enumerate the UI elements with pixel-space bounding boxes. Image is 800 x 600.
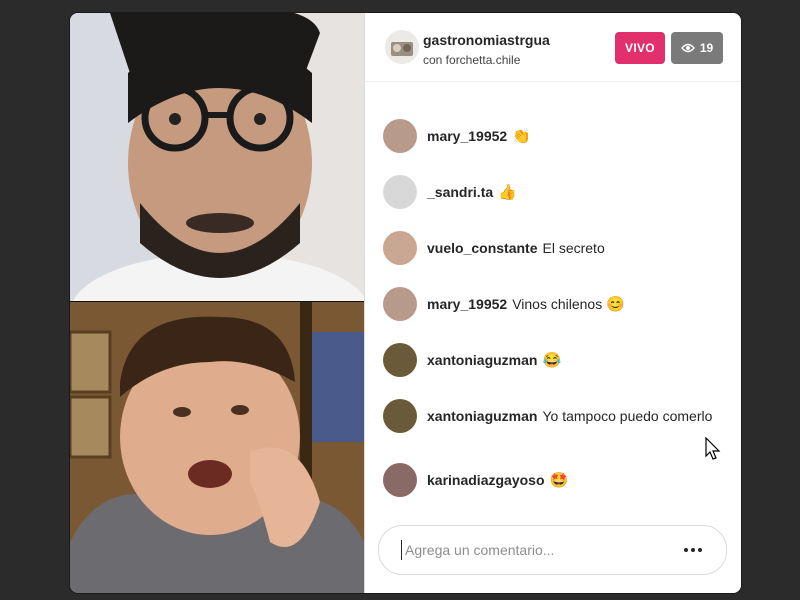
comment-item: vuelo_constante El secreto — [383, 231, 728, 265]
comment-username[interactable]: mary_19952 — [427, 296, 507, 312]
live-header: gastronomiastrgua con forchetta.chile VI… — [365, 13, 741, 82]
comment-avatar[interactable] — [383, 231, 417, 265]
more-options-button[interactable] — [678, 538, 708, 562]
viewer-count: 19 — [699, 41, 714, 55]
clapping-hands-emoji: 👏 — [512, 128, 531, 145]
comment-avatar[interactable] — [383, 175, 417, 209]
comment-avatar[interactable] — [383, 287, 417, 321]
comment-item: xantoniaguzman 😂 — [383, 343, 728, 377]
comment-username[interactable]: xantoniaguzman — [427, 408, 537, 424]
comment-item: xantoniaguzman Yo tampoco puedo comerlo — [383, 399, 728, 433]
comments-list: mary_19952 👏 _sandri.ta 👍 vuelo_constante E… — [365, 81, 741, 517]
comment-username[interactable]: xantoniaguzman — [427, 352, 537, 368]
comment-item: mary_19952 👏 — [383, 119, 728, 153]
comment-text: El secreto — [542, 240, 605, 256]
comment-avatar[interactable] — [383, 463, 417, 497]
guest-line: con forchetta.chile — [423, 53, 521, 67]
text-caret — [401, 540, 402, 560]
comment-username[interactable]: vuelo_constante — [427, 240, 537, 256]
comment-item: karinadiazgayoso 🤩 — [383, 463, 728, 497]
eye-icon — [680, 43, 695, 53]
host-avatar[interactable] — [385, 30, 419, 64]
laughing-face-emoji: 😂 — [542, 352, 562, 369]
comment-box — [378, 525, 727, 575]
comment-avatar[interactable] — [383, 343, 417, 377]
comment-avatar[interactable] — [383, 119, 417, 153]
comment-text: Yo tampoco puedo comerlo — [542, 408, 713, 424]
comment-item: _sandri.ta 👍 — [383, 175, 728, 209]
host-video[interactable] — [70, 13, 364, 301]
comment-input[interactable] — [403, 536, 667, 564]
host-username[interactable]: gastronomiastrgua — [423, 32, 550, 48]
comment-text: Vinos chilenos — [512, 296, 603, 312]
comment-item: mary_19952 Vinos chilenos 😊 — [383, 287, 728, 321]
comment-username[interactable]: mary_19952 — [427, 128, 507, 144]
more-horizontal-icon — [684, 548, 688, 552]
comment-username[interactable]: karinadiazgayoso — [427, 472, 545, 488]
live-chat-panel: gastronomiastrgua con forchetta.chile VI… — [364, 13, 741, 593]
video-area — [70, 13, 364, 593]
more-horizontal-icon-dot — [691, 548, 695, 552]
thumbs-up-emoji: 👍 — [498, 184, 517, 201]
mouse-cursor-icon — [705, 437, 721, 460]
comment-avatar[interactable] — [383, 399, 417, 433]
guest-video[interactable] — [70, 302, 364, 593]
viewer-count-badge: 19 — [671, 32, 723, 64]
smiling-face-emoji: 😊 — [606, 296, 625, 313]
comment-username[interactable]: _sandri.ta — [427, 184, 493, 200]
star-struck-emoji: 🤩 — [549, 472, 569, 489]
more-horizontal-icon-dot — [698, 548, 702, 552]
live-stream-window: gastronomiastrgua con forchetta.chile VI… — [70, 13, 741, 593]
live-badge: VIVO — [615, 32, 665, 64]
